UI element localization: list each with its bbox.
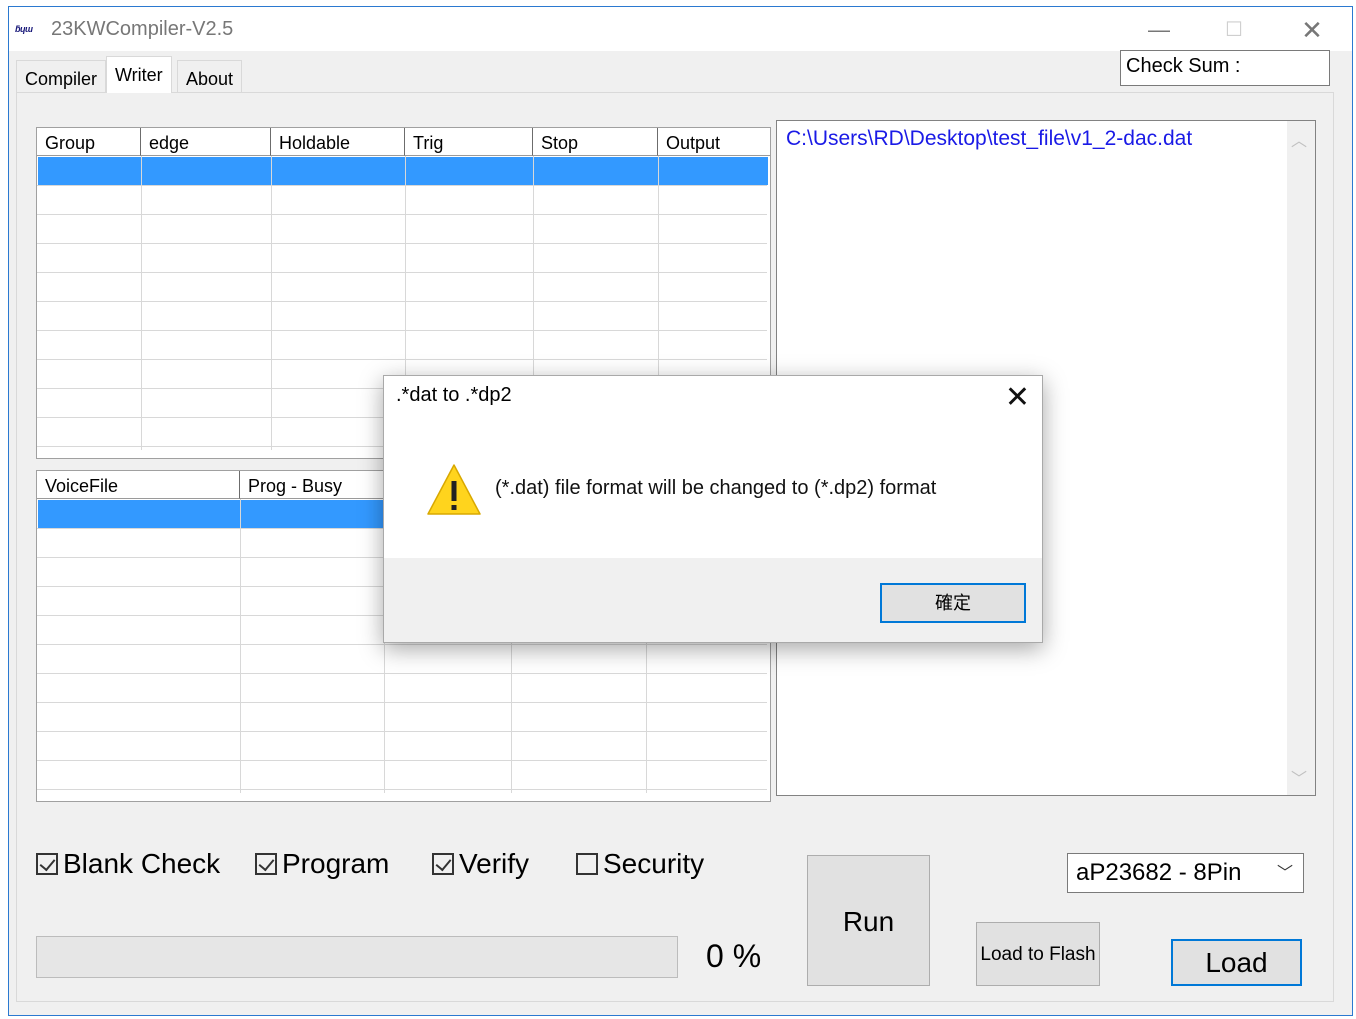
progress-percent: 0 % (706, 938, 762, 974)
close-window-button[interactable]: ✕ (1292, 15, 1332, 45)
column-header-holdable[interactable]: Holdable (271, 128, 405, 156)
tab-about[interactable]: About (177, 60, 243, 92)
scroll-down-icon[interactable]: ﹀ (1291, 765, 1307, 789)
warning-icon (427, 464, 481, 515)
run-button[interactable]: Run (807, 855, 930, 986)
grid-row-line (37, 330, 767, 331)
blank-check-label: Blank Check (63, 848, 221, 879)
column-header-group[interactable]: Group (37, 128, 141, 156)
column-header-edge[interactable]: edge (141, 128, 271, 156)
checkbox-icon (432, 853, 454, 875)
checksum-field[interactable]: Check Sum : (1120, 50, 1330, 86)
grid-row-line (37, 272, 767, 273)
column-header-voicefile[interactable]: VoiceFile (37, 471, 240, 499)
column-header-stop[interactable]: Stop (533, 128, 658, 156)
app-logo-icon: ƃɥɯ (15, 24, 33, 34)
security-label: Security (603, 848, 705, 879)
program-checkbox[interactable]: Program (255, 848, 389, 880)
chevron-down-icon[interactable]: ﹀ (1277, 859, 1293, 883)
grid-row-line (37, 789, 767, 790)
grid-row-line (37, 702, 767, 703)
dialog-close-button[interactable]: ✕ (1005, 381, 1030, 415)
grid-row-line (37, 760, 767, 761)
grid-column-line (271, 156, 272, 450)
grid-row-line (37, 214, 767, 215)
scroll-up-icon[interactable]: ︿ (1291, 127, 1307, 151)
program-label: Program (282, 848, 390, 879)
grid-row-line (37, 673, 767, 674)
tab-writer[interactable]: Writer (106, 56, 172, 93)
grid-row-line (37, 185, 767, 186)
grid-row-line (37, 644, 767, 645)
file-path-text: C:\Users\RD\Desktop\test_file\v1_2-dac.d… (786, 127, 1193, 150)
checkbox-icon (255, 853, 277, 875)
maximize-button[interactable]: ☐ (1214, 15, 1254, 45)
grid-row-line (37, 301, 767, 302)
vertical-scrollbar[interactable]: ︿ ﹀ (1287, 121, 1315, 795)
tab-compiler[interactable]: Compiler (16, 60, 107, 92)
device-select-value: aP23682 - 8Pin (1076, 859, 1242, 886)
column-header-trig[interactable]: Trig (405, 128, 533, 156)
grid-row-line (37, 243, 767, 244)
checkbox-icon (576, 853, 598, 875)
minimize-button[interactable]: — (1139, 15, 1179, 45)
device-select[interactable]: aP23682 - 8Pin ﹀ (1067, 853, 1304, 893)
format-change-dialog: .*dat to .*dp2 ✕ (*.dat) file format wil… (383, 375, 1043, 643)
column-header-output[interactable]: Output (658, 128, 770, 156)
window-title: 23KWCompiler-V2.5 (51, 18, 234, 40)
grid-column-line (141, 156, 142, 450)
title-bar: ƃɥɯ 23KWCompiler-V2.5 — ☐ ✕ (9, 7, 1352, 51)
checkbox-icon (36, 853, 58, 875)
column-header-prog-busy[interactable]: Prog - Busy (240, 471, 384, 499)
load-button[interactable]: Load (1171, 939, 1302, 986)
dialog-ok-button[interactable]: 確定 (880, 583, 1026, 623)
blank-check-checkbox[interactable]: Blank Check (36, 848, 220, 880)
grid-row-line (37, 731, 767, 732)
grid-column-line (240, 499, 241, 793)
progress-bar (36, 936, 678, 978)
verify-checkbox[interactable]: Verify (432, 848, 529, 880)
load-to-flash-button[interactable]: Load to Flash (976, 922, 1100, 986)
verify-label: Verify (459, 848, 530, 879)
grid-row-line (37, 359, 767, 360)
dialog-message: (*.dat) file format will be changed to (… (495, 477, 937, 499)
dialog-title: .*dat to .*dp2 (396, 384, 512, 406)
security-checkbox[interactable]: Security (576, 848, 704, 880)
